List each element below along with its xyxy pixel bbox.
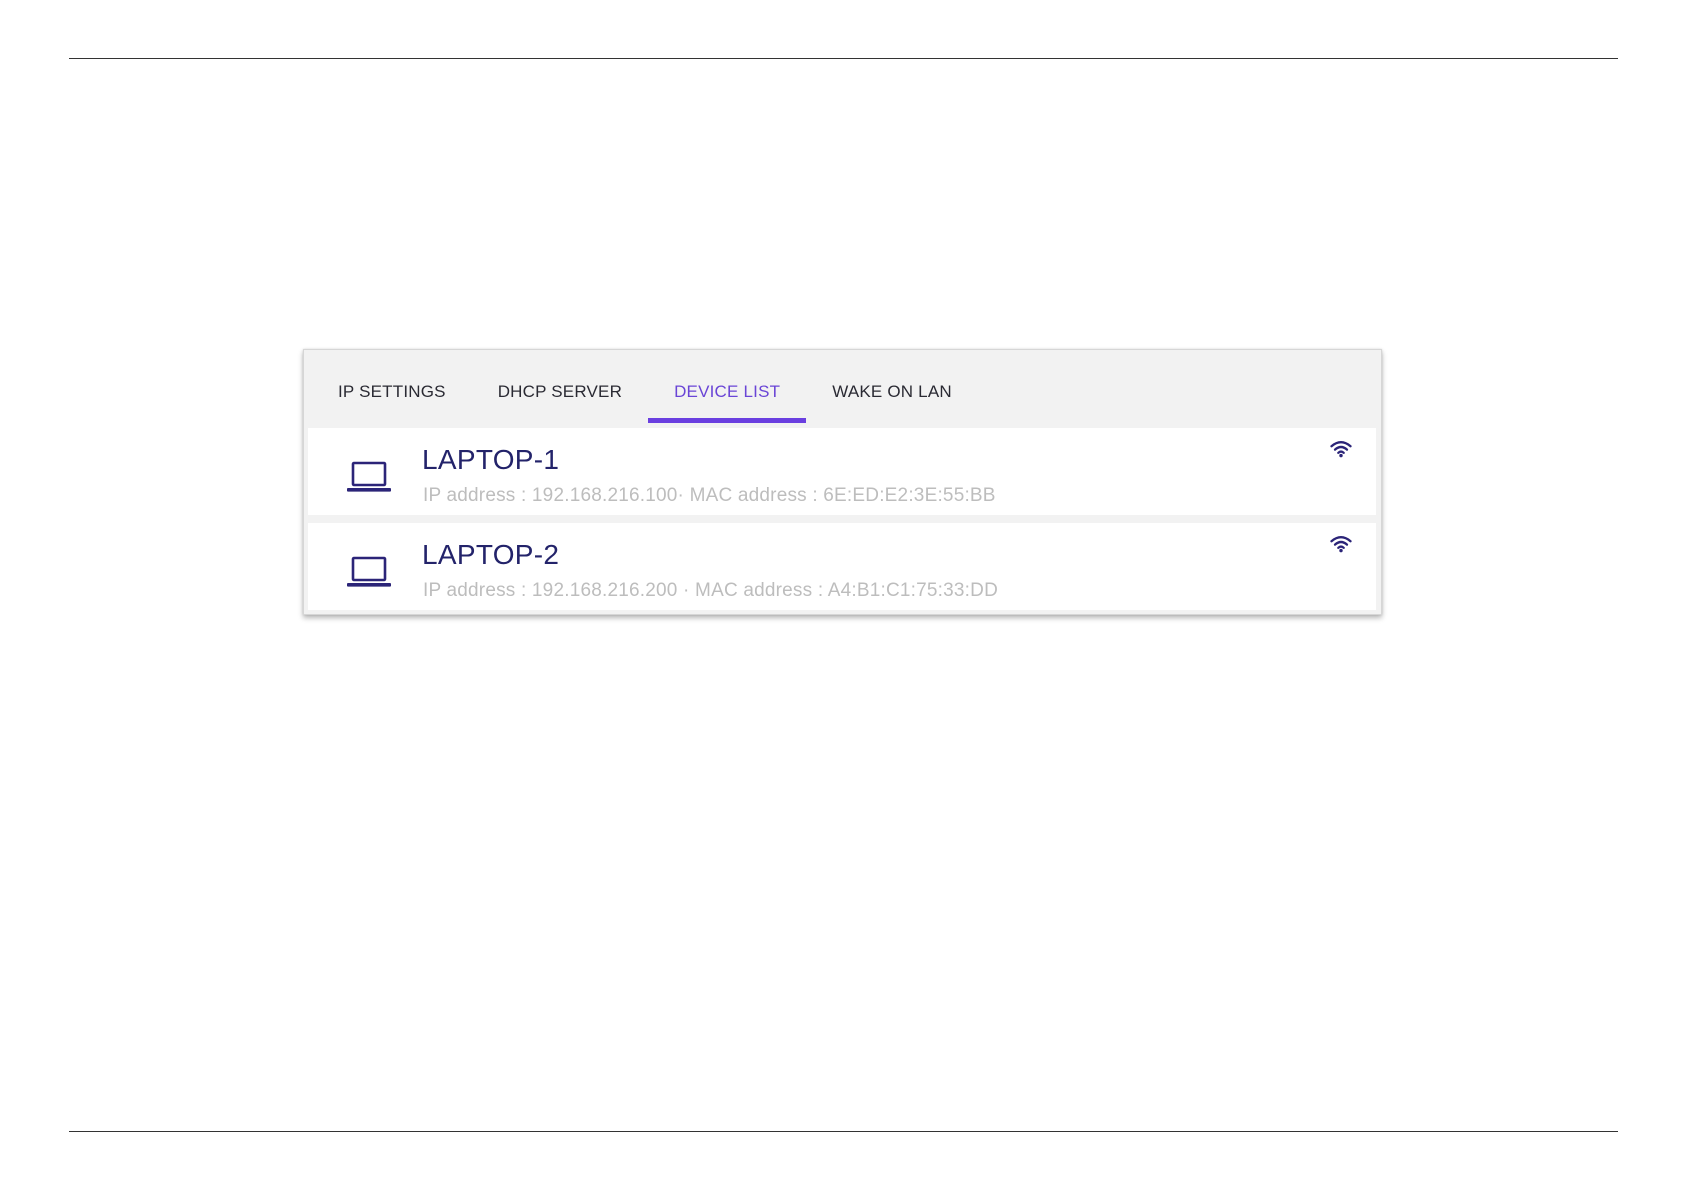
tab-device-list[interactable]: DEVICE LIST	[648, 350, 807, 423]
top-divider	[69, 58, 1618, 59]
bottom-divider	[69, 1131, 1618, 1132]
tab-bar: IP SETTINGS DHCP SERVER DEVICE LIST WAKE…	[304, 350, 1381, 423]
device-list-panel: IP SETTINGS DHCP SERVER DEVICE LIST WAKE…	[303, 349, 1382, 615]
device-details: IP address : 192.168.216.200 · MAC addre…	[423, 580, 998, 601]
tab-label: DHCP SERVER	[497, 381, 623, 401]
list-item[interactable]: LAPTOP-1 IP address : 192.168.216.100· M…	[308, 428, 1376, 515]
device-details: IP address : 192.168.216.100· MAC addres…	[423, 485, 996, 506]
wifi-icon	[1330, 536, 1352, 553]
device-name: LAPTOP-1	[422, 444, 560, 475]
laptop-icon	[347, 556, 391, 587]
tab-dhcp-server[interactable]: DHCP SERVER	[472, 350, 648, 423]
tab-label: IP SETTINGS	[338, 381, 446, 401]
wifi-icon	[1330, 441, 1352, 458]
tab-wake-on-lan[interactable]: WAKE ON LAN	[806, 350, 978, 423]
laptop-icon	[347, 461, 391, 492]
tab-label: DEVICE LIST	[674, 381, 781, 401]
tab-ip-settings[interactable]: IP SETTINGS	[312, 350, 472, 423]
tab-label: WAKE ON LAN	[832, 381, 952, 401]
list-item[interactable]: LAPTOP-2 IP address : 192.168.216.200 · …	[308, 523, 1376, 610]
device-name: LAPTOP-2	[422, 539, 560, 570]
